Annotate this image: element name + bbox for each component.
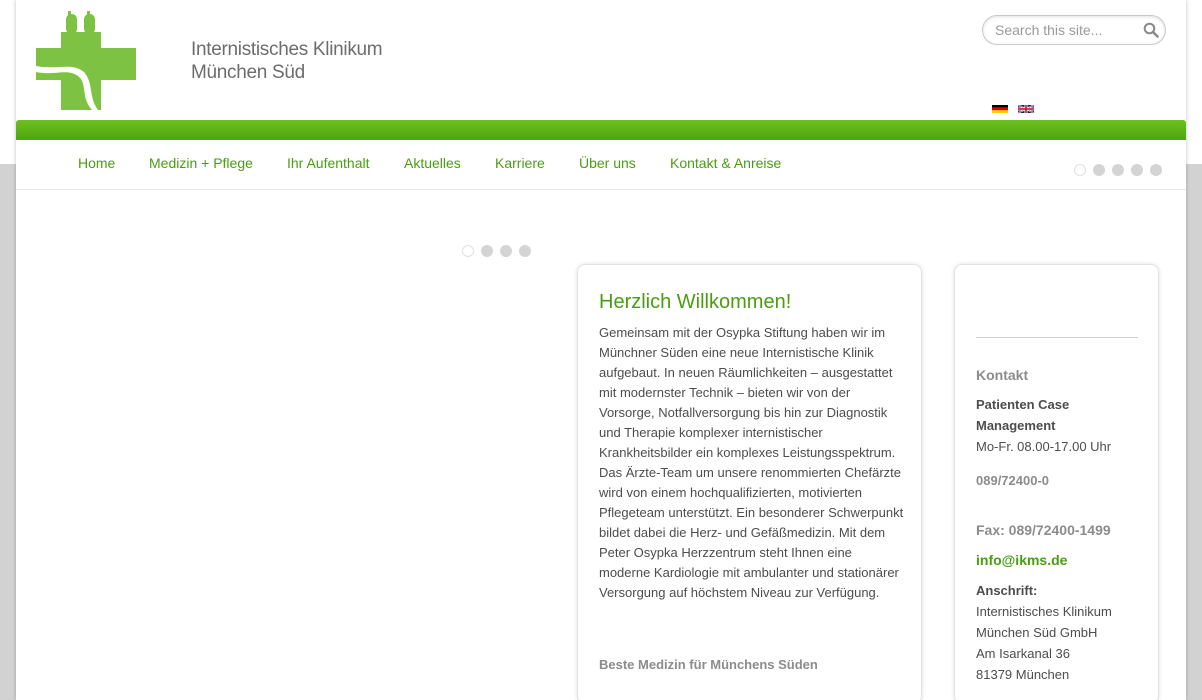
address-line: Am Isarkanal 36 [976, 646, 1070, 661]
header-green-bar [16, 120, 1186, 140]
site-logo[interactable]: Internistisches Klinikum München Süd [36, 10, 396, 110]
slider-dot[interactable] [1112, 164, 1124, 176]
slider-dot[interactable] [500, 245, 512, 257]
logo-icon [36, 11, 136, 110]
address-line: 81379 München [976, 667, 1070, 682]
contact-heading: Kontakt [976, 367, 1029, 383]
contact-hours: Mo-Fr. 08.00-17.00 Uhr [976, 439, 1112, 454]
contact-fax: Fax: 089/72400-1499 [976, 522, 1111, 538]
slider-pagination [462, 245, 532, 257]
nav-item-kontakt-anreise[interactable]: Kontakt & Anreise [670, 155, 781, 171]
logo-line-2: München Süd [191, 62, 305, 83]
slider-dot[interactable] [1093, 164, 1105, 176]
search-box [982, 15, 1166, 45]
contact-divider [976, 337, 1138, 338]
slider-dot[interactable] [519, 245, 531, 257]
logo-line-1: Internistisches Klinikum [191, 39, 383, 60]
contact-box: Kontakt Patienten Case Management Mo-Fr.… [954, 264, 1159, 700]
slider-dot[interactable] [1150, 164, 1162, 176]
address-line: München Süd GmbH [976, 625, 1098, 640]
welcome-box: Herzlich Willkommen! Gemeinsam mit der O… [577, 264, 922, 700]
welcome-title: Herzlich Willkommen! [599, 291, 792, 313]
slider-dot[interactable] [1131, 164, 1143, 176]
logo-wordmark: Internistisches Klinikum München Süd [191, 38, 383, 84]
nav-item-ihr-aufenthalt[interactable]: Ihr Aufenthalt [287, 155, 370, 171]
contact-phone: 089/72400-0 [976, 473, 1050, 488]
nav-item-aktuelles[interactable]: Aktuelles [404, 155, 461, 171]
contact-department: Patienten Case Management [976, 397, 1070, 433]
address-line: Internistisches Klinikum [976, 604, 1112, 619]
english-flag-icon[interactable] [1018, 105, 1034, 113]
nav-item-karriere[interactable]: Karriere [495, 155, 545, 171]
german-flag-icon[interactable] [992, 105, 1008, 113]
search-icon[interactable] [1143, 22, 1159, 38]
welcome-tagline: Beste Medizin für Münchens Süden [599, 657, 818, 672]
nav-item-ueber-uns[interactable]: Über uns [579, 155, 636, 171]
slider-dot[interactable] [1074, 164, 1086, 176]
nav-item-home[interactable]: Home [78, 155, 115, 171]
slider-dot[interactable] [462, 245, 474, 257]
contact-address-label: Anschrift: [976, 583, 1038, 598]
welcome-text: Gemeinsam mit der Osypka Stiftung haben … [599, 325, 904, 600]
main-navigation: Home Medizin + Pflege Ihr Aufenthalt Akt… [16, 140, 1186, 190]
nav-item-medizin-pflege[interactable]: Medizin + Pflege [149, 155, 253, 171]
slider-dot[interactable] [481, 245, 493, 257]
contact-email-link[interactable]: info@ikms.de [976, 550, 1146, 571]
contact-address: Internistisches Klinikum München Süd Gmb… [976, 601, 1146, 685]
header-slider-dots [1074, 164, 1164, 176]
page-container: Internistisches Klinikum München Süd Sea… [16, 0, 1186, 700]
search-input[interactable] [995, 20, 1135, 40]
